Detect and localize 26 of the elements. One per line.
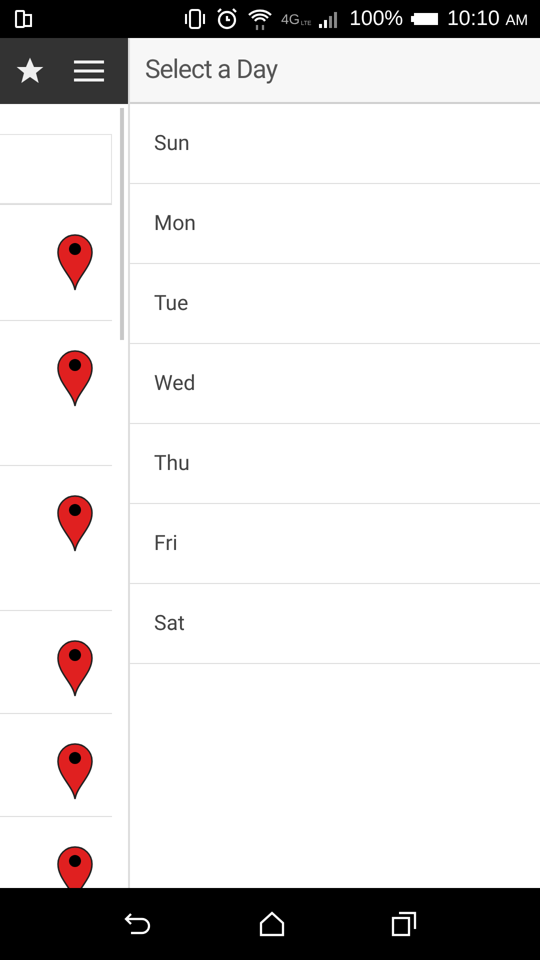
dialog-title: Select a Day — [130, 38, 540, 104]
screen-mirror-icon — [14, 9, 34, 29]
day-option[interactable]: Fri — [130, 504, 540, 584]
day-option[interactable]: Tue — [130, 264, 540, 344]
back-icon[interactable] — [122, 911, 153, 937]
day-option[interactable]: Mon — [130, 184, 540, 264]
day-option[interactable]: Sun — [130, 104, 540, 184]
day-option[interactable]: Wed — [130, 344, 540, 424]
alarm-clock-icon — [215, 7, 240, 31]
home-icon[interactable] — [258, 910, 286, 938]
map-pin-icon — [56, 639, 94, 697]
map-pin-icon — [56, 742, 94, 800]
recent-apps-icon[interactable] — [391, 911, 418, 937]
battery-icon — [411, 12, 440, 26]
day-option[interactable]: Thu — [130, 424, 540, 504]
map-pin-icon — [56, 494, 94, 552]
battery-percentage: 100% — [349, 7, 404, 31]
map-pin-icon — [56, 233, 94, 291]
clock-time: 10:10 AM — [447, 7, 528, 31]
day-option[interactable]: Sat — [130, 584, 540, 664]
wifi-icon — [247, 7, 274, 31]
menu-icon[interactable] — [72, 59, 104, 83]
vibrate-icon — [183, 8, 208, 30]
network-type: 4G — [281, 11, 300, 27]
map-pin-icon — [56, 349, 94, 407]
search-field[interactable] — [0, 134, 112, 204]
